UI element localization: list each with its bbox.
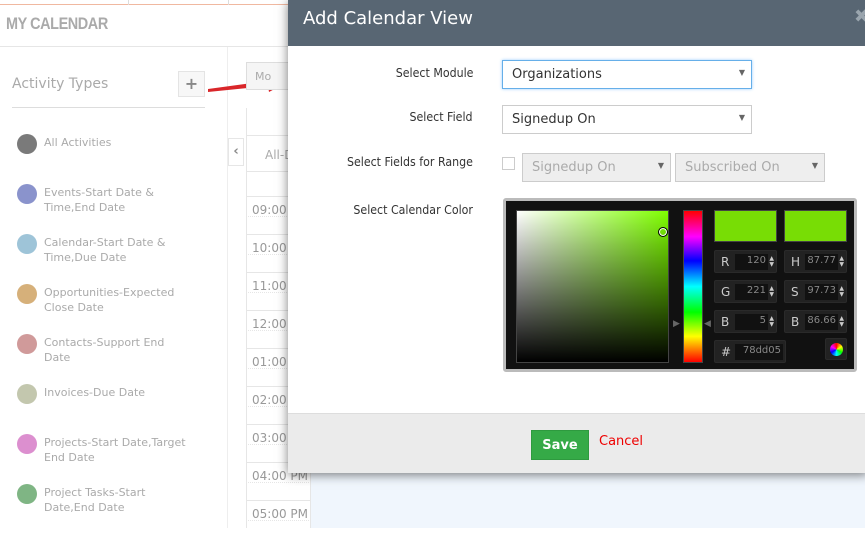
select-module-dropdown[interactable]: Organizations ▼	[502, 60, 752, 89]
select-module-value: Organizations	[512, 67, 602, 82]
color-dot-icon	[17, 284, 37, 304]
chevron-down-icon: ▼	[738, 113, 745, 122]
time-label: 02:00	[252, 393, 287, 407]
divider	[12, 107, 205, 108]
activity-type-item[interactable]: Calendar-Start Date & Time,Due Date	[17, 234, 217, 265]
saturation-value-area[interactable]	[516, 210, 669, 363]
range-from-value: Signedup On	[532, 160, 616, 175]
prev-icon[interactable]: ‹	[228, 138, 244, 166]
color-label: Select Calendar Color	[353, 203, 473, 217]
select-field-dropdown[interactable]: Signedup On ▼	[502, 105, 752, 134]
hex-field[interactable]: #78dd05	[714, 340, 786, 363]
time-label: 12:00	[252, 317, 287, 331]
color-dot-icon	[17, 334, 37, 354]
select-field-label: Select Field	[409, 110, 473, 124]
green-field[interactable]: G 221 ▲ ▼	[714, 280, 777, 303]
hue-slider[interactable]	[683, 210, 703, 363]
activity-type-item[interactable]: Opportunities-Expected Close Date	[17, 284, 217, 315]
activity-types-heading: Activity Types	[12, 76, 109, 92]
activity-type-label: Calendar-Start Date & Time,Due Date	[44, 236, 166, 264]
color-dot-icon	[17, 184, 37, 204]
color-dot-icon	[17, 234, 37, 254]
hue-field[interactable]: H 87.77 ▲ ▼	[784, 250, 847, 273]
color-dot-icon	[17, 434, 37, 454]
color-dot-icon	[17, 484, 37, 504]
modal-footer: Save Cancel	[288, 413, 865, 473]
chevron-down-icon: ▼	[657, 161, 664, 170]
activity-type-label: Events-Start Date & Time,End Date	[44, 186, 154, 214]
blue-field[interactable]: B 5 ▲ ▼	[714, 310, 777, 333]
today-column[interactable]	[310, 470, 865, 528]
activity-type-label: Projects-Start Date,Target End Date	[44, 436, 186, 464]
time-label: 03:00	[252, 431, 287, 445]
page-title: MY CALENDAR	[6, 14, 108, 33]
new-color-swatch	[714, 210, 777, 242]
activity-type-label: All Activities	[44, 136, 112, 149]
saturation-field[interactable]: S 97.73 ▲ ▼	[784, 280, 847, 303]
activity-type-label: Contacts-Support End Date	[44, 336, 165, 364]
range-label: Select Fields for Range	[347, 155, 473, 169]
activity-type-item[interactable]: Events-Start Date & Time,End Date	[17, 184, 217, 215]
color-dot-icon	[17, 134, 37, 154]
activity-type-item[interactable]: Projects-Start Date,Target End Date	[17, 434, 217, 465]
cancel-link[interactable]: Cancel	[599, 434, 643, 449]
chevron-down-icon: ▼	[811, 161, 818, 170]
range-to-value: Subscribed On	[685, 160, 780, 175]
select-module-label: Select Module	[395, 66, 473, 80]
color-cursor[interactable]	[658, 227, 668, 237]
red-field[interactable]: R 120 ▲ ▼	[714, 250, 777, 273]
color-picker: ▶ ◀ R 120 ▲ ▼ H 87.77 ▲ ▼ G 221 ▲ ▼ S 97.73 ▲ ▼ B 5 ▲ ▼…	[503, 198, 857, 372]
current-color-swatch[interactable]	[784, 210, 847, 242]
range-from-dropdown[interactable]: Signedup On ▼	[522, 153, 671, 182]
activity-type-label: Project Tasks-Start Date,End Date	[44, 486, 146, 514]
time-label: 05:00 PM	[252, 507, 308, 521]
time-label: 01:00	[252, 355, 287, 369]
brightness-field[interactable]: B 86.66 ▲ ▼	[784, 310, 847, 333]
close-icon[interactable]: ✖	[854, 6, 865, 27]
activity-type-item[interactable]: Invoices-Due Date	[17, 384, 217, 404]
activity-type-label: Invoices-Due Date	[44, 386, 146, 399]
hue-pointer-right-icon[interactable]: ◀	[704, 319, 711, 329]
select-field-value: Signedup On	[512, 112, 596, 127]
hue-pointer-left-icon[interactable]: ▶	[673, 319, 680, 329]
add-calendar-view-modal: Add Calendar View ✖ Select Module Organi…	[288, 0, 865, 473]
activity-type-item[interactable]: Contacts-Support End Date	[17, 334, 217, 365]
chevron-down-icon: ▼	[738, 68, 745, 77]
color-wheel-icon[interactable]	[825, 338, 847, 360]
modal-title: Add Calendar View	[303, 8, 473, 29]
range-to-dropdown[interactable]: Subscribed On ▼	[675, 153, 825, 182]
add-calendar-view-button[interactable]: +	[178, 71, 205, 97]
activity-type-item[interactable]: Project Tasks-Start Date,End Date	[17, 484, 217, 515]
color-dot-icon	[17, 384, 37, 404]
activity-type-label: Opportunities-Expected Close Date	[44, 286, 175, 314]
save-button[interactable]: Save	[531, 430, 589, 460]
activity-type-item[interactable]: All Activities	[17, 134, 217, 154]
range-checkbox[interactable]	[502, 157, 515, 170]
